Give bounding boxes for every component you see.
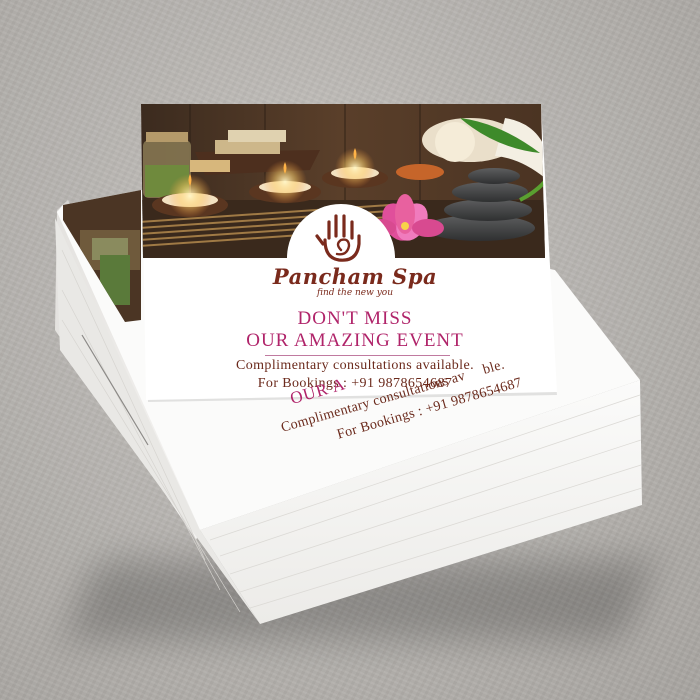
brand-tagline: find the new you [316,288,393,298]
under-flyer-consultation-end: ble. [481,357,507,378]
brand-name: Pancham Spa [272,264,438,289]
